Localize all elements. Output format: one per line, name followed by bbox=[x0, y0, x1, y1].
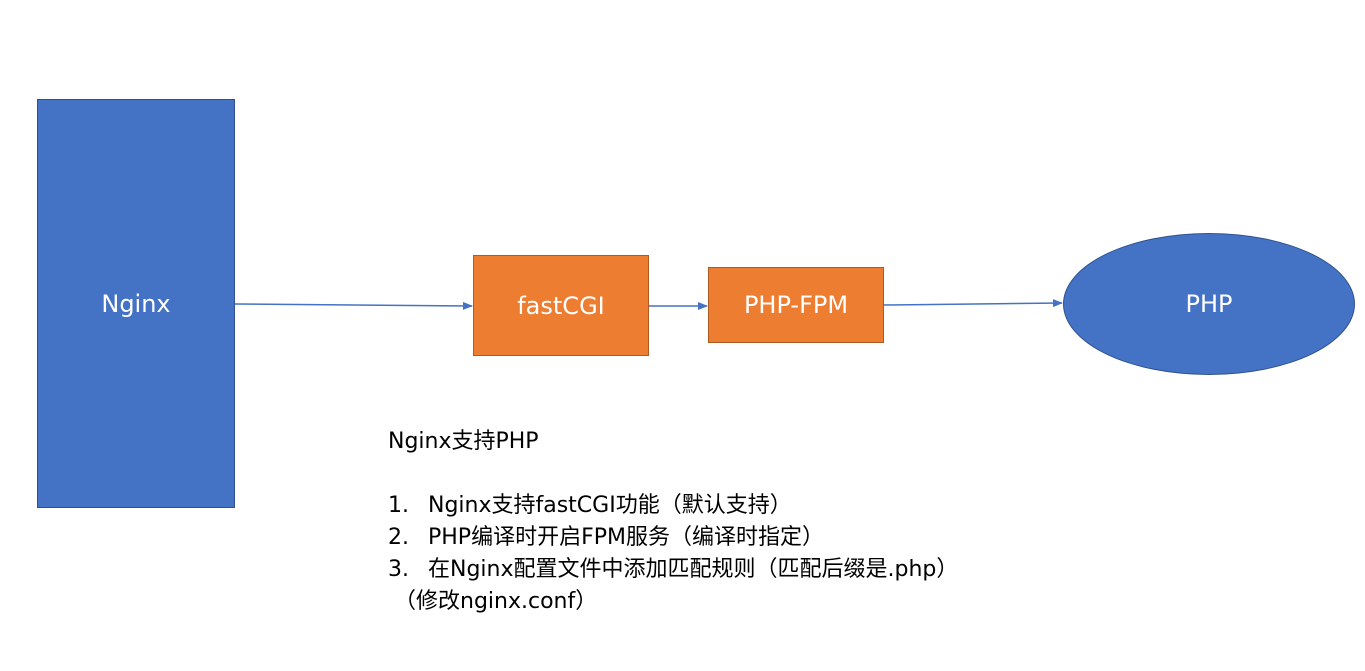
arrow-nginx-to-fastcgi bbox=[234, 301, 473, 310]
notes-block: Nginx支持PHP 1. Nginx支持fastCGI功能（默认支持） 2. … bbox=[388, 426, 1088, 618]
list-item-text: PHP编译时开启FPM服务（编译时指定） bbox=[428, 525, 824, 550]
notes-list-item: 3. 在Nginx配置文件中添加匹配规则（匹配后缀是.php） bbox=[388, 554, 1088, 586]
fastcgi-node: fastCGI bbox=[473, 255, 649, 356]
php-node: PHP bbox=[1063, 233, 1355, 375]
notes-title: Nginx支持PHP bbox=[388, 429, 539, 454]
list-item-number: 3. bbox=[388, 557, 409, 582]
notes-continuation: （修改nginx.conf） bbox=[394, 589, 598, 614]
php-fpm-node-label: PHP-FPM bbox=[743, 291, 849, 319]
notes-list-item: 1. Nginx支持fastCGI功能（默认支持） bbox=[388, 490, 1088, 522]
list-item-text: Nginx支持fastCGI功能（默认支持） bbox=[428, 493, 792, 518]
arrow-phpfpm-to-php bbox=[883, 299, 1063, 308]
php-fpm-node: PHP-FPM bbox=[708, 267, 884, 343]
nginx-node: Nginx bbox=[37, 99, 235, 508]
fastcgi-node-label: fastCGI bbox=[517, 291, 605, 320]
nginx-node-label: Nginx bbox=[101, 289, 171, 318]
list-item-text: 在Nginx配置文件中添加匹配规则（匹配后缀是.php） bbox=[428, 557, 959, 582]
list-item-number: 2. bbox=[388, 525, 409, 550]
notes-list-item: 2. PHP编译时开启FPM服务（编译时指定） bbox=[388, 522, 1088, 554]
list-item-number: 1. bbox=[388, 493, 409, 518]
php-node-label: PHP bbox=[1185, 290, 1233, 318]
notes-list: 1. Nginx支持fastCGI功能（默认支持） 2. PHP编译时开启FPM… bbox=[388, 490, 1088, 586]
